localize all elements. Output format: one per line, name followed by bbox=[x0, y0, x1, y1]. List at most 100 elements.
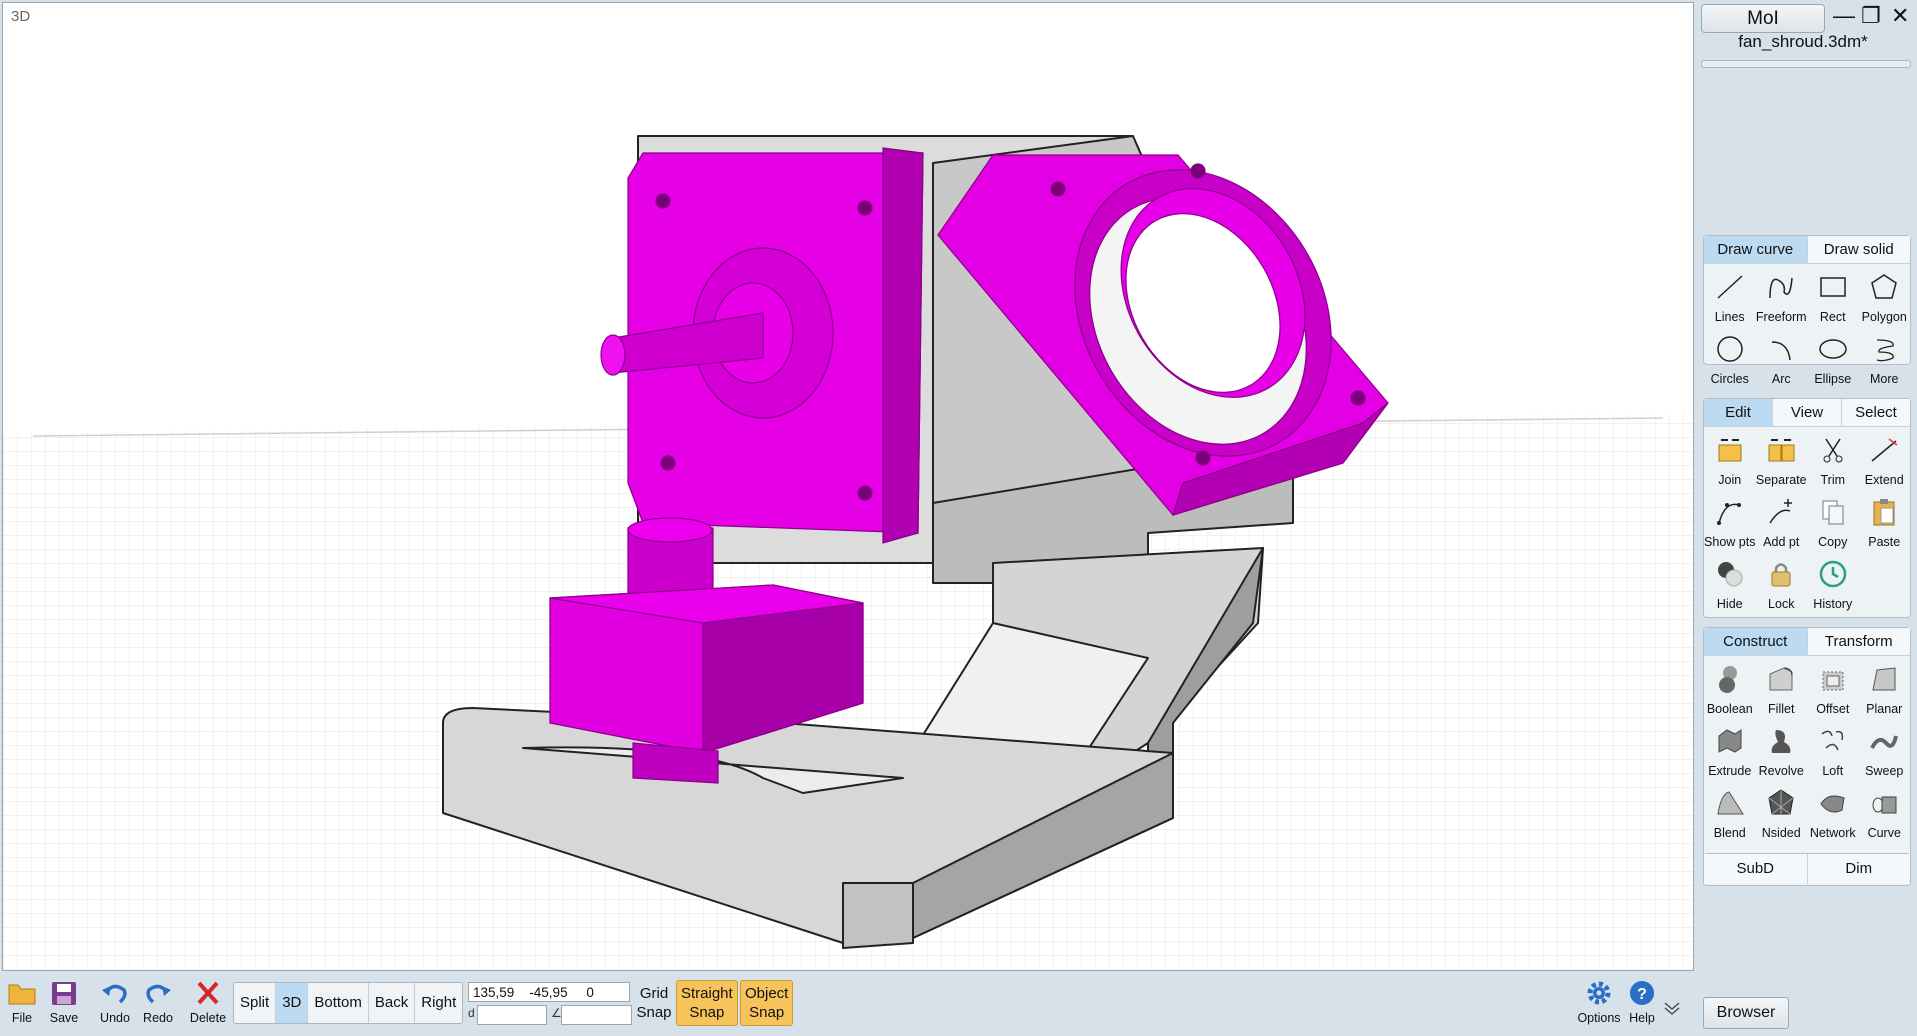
browser-button[interactable]: Browser bbox=[1703, 997, 1789, 1029]
close-icon[interactable]: ✕ bbox=[1891, 2, 1909, 30]
tab-view[interactable]: View bbox=[1773, 399, 1842, 427]
tab-draw-curve[interactable]: Draw curve bbox=[1704, 236, 1808, 264]
straight-snap-toggle[interactable]: Straight Snap bbox=[676, 980, 738, 1026]
folder-icon bbox=[8, 984, 36, 1005]
view-back-button[interactable]: Back bbox=[369, 983, 416, 1023]
ellipse-icon bbox=[1819, 339, 1847, 359]
planar-icon bbox=[1872, 667, 1896, 691]
scissors-icon bbox=[1823, 438, 1843, 463]
tab-select[interactable]: Select bbox=[1842, 399, 1910, 427]
lines-tool[interactable]: Lines bbox=[1704, 266, 1756, 328]
network-icon bbox=[1820, 795, 1845, 813]
separate-icon bbox=[1768, 439, 1795, 462]
lock-icon bbox=[1771, 563, 1791, 587]
save-icon bbox=[52, 982, 76, 1005]
offset-tool[interactable]: Offset bbox=[1807, 658, 1859, 720]
more-curves-tool[interactable]: More bbox=[1859, 328, 1911, 390]
show-points-tool[interactable]: Show pts bbox=[1704, 491, 1756, 553]
redo-button[interactable]: Redo bbox=[136, 980, 180, 1025]
rect-icon bbox=[1820, 277, 1846, 297]
object-snap-toggle[interactable]: Object Snap bbox=[740, 980, 794, 1026]
history-icon bbox=[1819, 560, 1846, 588]
loft-tool[interactable]: Loft bbox=[1807, 720, 1859, 782]
document-filename: fan_shroud.3dm* bbox=[1738, 32, 1868, 51]
tab-construct[interactable]: Construct bbox=[1704, 628, 1808, 656]
revolve-icon bbox=[1771, 730, 1791, 753]
history-tool[interactable]: History bbox=[1807, 553, 1859, 615]
freeform-tool[interactable]: Freeform bbox=[1756, 266, 1808, 328]
arc-tool[interactable]: Arc bbox=[1756, 328, 1808, 390]
separate-tool[interactable]: Separate bbox=[1756, 429, 1808, 491]
sweep-tool[interactable]: Sweep bbox=[1859, 720, 1911, 782]
scene-canvas[interactable] bbox=[3, 3, 1693, 970]
save-button[interactable]: Save bbox=[42, 980, 86, 1025]
loft-icon bbox=[1821, 730, 1843, 751]
view-bottom-button[interactable]: Bottom bbox=[308, 983, 369, 1023]
planar-tool[interactable]: Planar bbox=[1859, 658, 1911, 720]
boolean-tool[interactable]: Boolean bbox=[1704, 658, 1756, 720]
add-point-tool[interactable]: Add pt bbox=[1756, 491, 1808, 553]
restore-icon[interactable]: ❐ bbox=[1861, 2, 1881, 30]
app-menu-button[interactable]: MoI bbox=[1701, 4, 1825, 33]
copy-tool[interactable]: Copy bbox=[1807, 491, 1859, 553]
extend-tool[interactable]: Extend bbox=[1859, 429, 1911, 491]
polygon-tool[interactable]: Polygon bbox=[1859, 266, 1911, 328]
view-3d-button[interactable]: 3D bbox=[276, 983, 309, 1023]
coordinate-readout[interactable]: 135,59 -45,95 0 bbox=[468, 982, 630, 1002]
blend-tool[interactable]: Blend bbox=[1704, 782, 1756, 844]
fillet-icon bbox=[1769, 667, 1793, 691]
viewport-3d[interactable]: 3D bbox=[2, 2, 1694, 971]
edit-panel: Edit View Select Join Separate Trim Exte… bbox=[1703, 398, 1911, 618]
delete-icon bbox=[197, 981, 219, 1005]
polygon-icon bbox=[1871, 274, 1898, 299]
lines-icon bbox=[1717, 275, 1743, 299]
circles-tool[interactable]: Circles bbox=[1704, 328, 1756, 390]
view-split-button[interactable]: Split bbox=[234, 983, 277, 1023]
minimize-icon[interactable]: — bbox=[1833, 2, 1855, 30]
bottom-toolbar: File Save Undo Redo Delete Split 3D Bott… bbox=[0, 972, 1697, 1036]
draw-curve-panel: Draw curve Draw solid Lines Freeform Rec… bbox=[1703, 235, 1911, 386]
boolean-icon bbox=[1718, 666, 1737, 693]
curve-surface-icon bbox=[1872, 796, 1897, 814]
file-button[interactable]: File bbox=[0, 980, 44, 1025]
copy-icon bbox=[1822, 500, 1844, 525]
delete-button[interactable]: Delete bbox=[186, 980, 230, 1025]
subd-dim-panel: SubD Dim bbox=[1703, 853, 1911, 886]
angle-input[interactable] bbox=[561, 1005, 632, 1025]
help-icon: ? bbox=[1630, 981, 1654, 1005]
lock-tool[interactable]: Lock bbox=[1756, 553, 1808, 615]
curve-surface-tool[interactable]: Curve bbox=[1859, 782, 1911, 844]
blend-icon bbox=[1717, 791, 1744, 815]
extrude-icon bbox=[1718, 729, 1742, 753]
help-button[interactable]: ? Help bbox=[1620, 980, 1664, 1025]
hide-tool[interactable]: Hide bbox=[1704, 553, 1756, 615]
view-right-button[interactable]: Right bbox=[415, 983, 462, 1023]
scene-browser-bar[interactable] bbox=[1701, 60, 1911, 68]
ellipse-tool[interactable]: Ellipse bbox=[1807, 328, 1859, 390]
sweep-icon bbox=[1870, 735, 1899, 749]
tab-edit[interactable]: Edit bbox=[1704, 399, 1773, 427]
options-button[interactable]: Options bbox=[1575, 980, 1623, 1025]
freeform-icon bbox=[1769, 277, 1793, 299]
revolve-tool[interactable]: Revolve bbox=[1756, 720, 1808, 782]
tab-dim[interactable]: Dim bbox=[1807, 854, 1910, 884]
tab-draw-solid[interactable]: Draw solid bbox=[1807, 236, 1910, 264]
construct-panel: Construct Transform Boolean Fillet Offse… bbox=[1703, 627, 1911, 864]
network-tool[interactable]: Network bbox=[1807, 782, 1859, 844]
paste-tool[interactable]: Paste bbox=[1859, 491, 1911, 553]
collapse-chevron[interactable] bbox=[1660, 1000, 1684, 1019]
grid-snap-toggle[interactable]: Grid Snap bbox=[636, 984, 672, 1022]
stepper-motor[interactable] bbox=[600, 147, 924, 544]
rect-tool[interactable]: Rect bbox=[1807, 266, 1859, 328]
trim-tool[interactable]: Trim bbox=[1807, 429, 1859, 491]
show-points-icon bbox=[1716, 503, 1741, 525]
join-tool[interactable]: Join bbox=[1704, 429, 1756, 491]
hide-icon bbox=[1717, 562, 1743, 587]
extrude-tool[interactable]: Extrude bbox=[1704, 720, 1756, 782]
distance-input[interactable] bbox=[477, 1005, 547, 1025]
undo-button[interactable]: Undo bbox=[93, 980, 137, 1025]
nsided-tool[interactable]: Nsided bbox=[1756, 782, 1808, 844]
tab-transform[interactable]: Transform bbox=[1807, 628, 1910, 656]
fillet-tool[interactable]: Fillet bbox=[1756, 658, 1808, 720]
tab-subd[interactable]: SubD bbox=[1704, 854, 1808, 884]
